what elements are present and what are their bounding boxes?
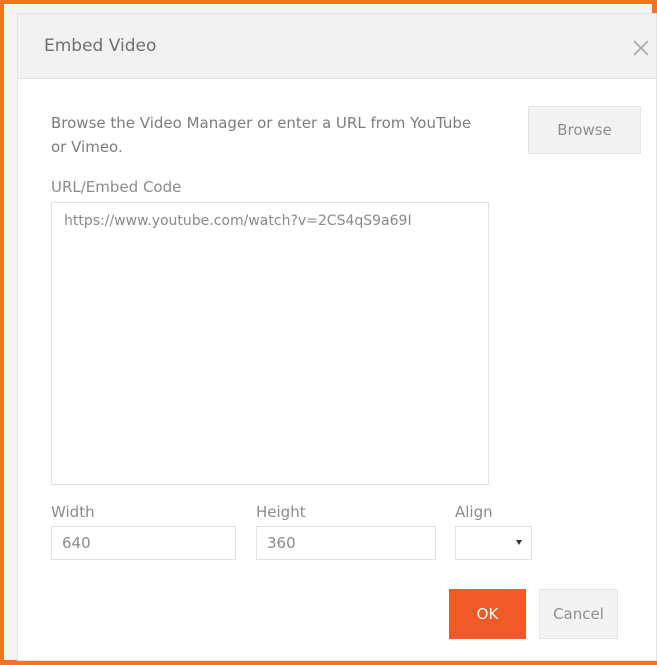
url-embed-code-label: URL/Embed Code [51, 178, 182, 196]
height-input[interactable] [256, 526, 436, 560]
url-embed-code-textarea[interactable]: https://www.youtube.com/watch?v=2CS4qS9a… [51, 202, 489, 485]
embed-video-dialog: Embed Video Browse the Video Manager or … [17, 13, 657, 661]
cancel-button[interactable]: Cancel [539, 589, 618, 639]
dialog-titlebar: Embed Video [18, 14, 656, 79]
align-label: Align [455, 503, 493, 521]
height-label: Height [256, 503, 306, 521]
close-icon-graphic [633, 40, 649, 56]
instruction-text: Browse the Video Manager or enter a URL … [51, 114, 472, 156]
width-label: Width [51, 503, 95, 521]
width-input[interactable] [51, 526, 236, 560]
browse-button[interactable]: Browse [528, 106, 641, 154]
dropdown-arrow-icon [516, 540, 522, 545]
close-icon[interactable] [632, 39, 650, 57]
screenshot-frame: Embed Video Browse the Video Manager or … [0, 0, 657, 665]
ok-button[interactable]: OK [449, 589, 526, 639]
dialog-title: Embed Video [44, 36, 157, 56]
align-select[interactable] [455, 526, 532, 560]
